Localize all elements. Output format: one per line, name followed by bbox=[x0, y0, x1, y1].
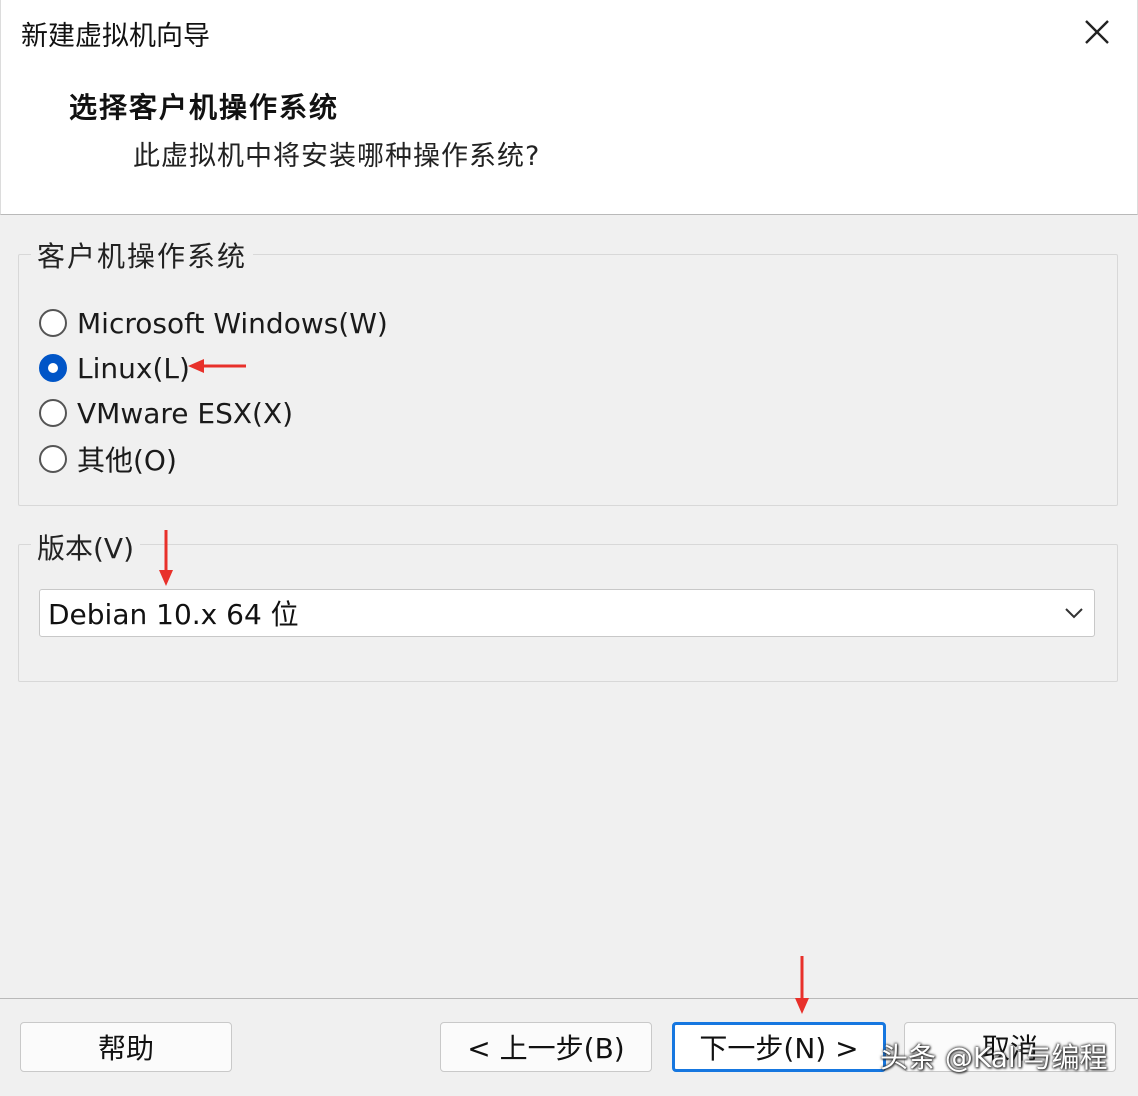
page-heading: 选择客户机操作系统 bbox=[69, 91, 340, 124]
annotation-arrow-linux-icon bbox=[188, 359, 246, 373]
radio-label: Microsoft Windows(W) bbox=[77, 306, 388, 340]
watermark: 头条 @Kali与编程 bbox=[880, 1041, 1108, 1074]
radio-windows[interactable]: Microsoft Windows(W) bbox=[39, 303, 388, 343]
radio-other[interactable]: 其他(O) bbox=[39, 439, 177, 479]
back-button[interactable]: < 上一步(B) bbox=[440, 1022, 652, 1072]
annotation-arrow-version-icon bbox=[159, 530, 173, 586]
chevron-down-icon bbox=[1054, 607, 1094, 619]
new-vm-wizard-dialog: 新建虚拟机向导 选择客户机操作系统 此虚拟机中将安装哪种操作系统? 客户机操作系… bbox=[0, 0, 1138, 1096]
version-select[interactable]: Debian 10.x 64 位 bbox=[39, 589, 1095, 637]
wizard-header: 新建虚拟机向导 选择客户机操作系统 此虚拟机中将安装哪种操作系统? bbox=[0, 0, 1138, 215]
close-icon bbox=[1085, 20, 1109, 44]
close-button[interactable] bbox=[1075, 12, 1119, 52]
help-button[interactable]: 帮助 bbox=[20, 1022, 232, 1072]
radio-label: VMware ESX(X) bbox=[77, 396, 294, 430]
version-legend: 版本(V) bbox=[31, 527, 141, 567]
annotation-arrow-next-icon bbox=[795, 956, 809, 1014]
version-group: 版本(V) Debian 10.x 64 位 bbox=[18, 527, 1118, 682]
radio-button[interactable] bbox=[39, 445, 67, 473]
guest-os-legend: 客户机操作系统 bbox=[31, 235, 254, 275]
page-subheading: 此虚拟机中将安装哪种操作系统? bbox=[133, 141, 541, 172]
radio-button[interactable] bbox=[39, 399, 67, 427]
radio-label: 其他(O) bbox=[77, 444, 177, 477]
radio-label: Linux(L) bbox=[77, 351, 190, 385]
radio-button-checked[interactable] bbox=[39, 354, 67, 382]
radio-vmware-esx[interactable]: VMware ESX(X) bbox=[39, 393, 293, 433]
radio-linux[interactable]: Linux(L) bbox=[39, 348, 190, 388]
next-button[interactable]: 下一步(N) > bbox=[672, 1022, 886, 1072]
guest-os-group: 客户机操作系统 Microsoft Windows(W) Linux(L) VM… bbox=[18, 235, 1118, 506]
footer-divider bbox=[0, 998, 1138, 999]
window-title: 新建虚拟机向导 bbox=[21, 21, 210, 52]
version-select-value: Debian 10.x 64 位 bbox=[48, 598, 299, 631]
radio-button[interactable] bbox=[39, 309, 67, 337]
